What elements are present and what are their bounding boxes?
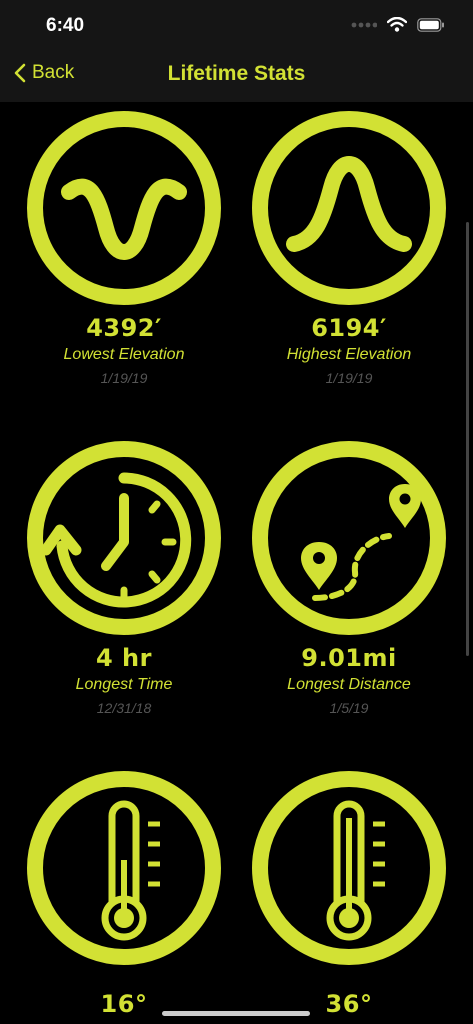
signal-icon (351, 22, 377, 27)
home-indicator[interactable] (162, 1011, 310, 1016)
route-pins-icon (252, 441, 446, 635)
stat-value: 4 hr (96, 644, 152, 672)
peak-wave-icon (252, 111, 446, 305)
stat-label: Lowest Elevation (63, 346, 185, 363)
stat-value: 4392′ (86, 314, 162, 342)
nav-bar: Back Lifetime Stats (0, 50, 473, 102)
thermometer-high-icon (252, 771, 446, 965)
stat-label: Longest Time (75, 676, 173, 693)
valley-wave-icon (27, 111, 221, 305)
stat-date: 1/5/19 (329, 700, 369, 716)
stat-value: 6194′ (311, 314, 387, 342)
stat-label: Highest Elevation (286, 346, 412, 363)
stat-value: 9.01mi (301, 644, 397, 672)
stat-label: Longest Distance (287, 676, 411, 693)
stat-date: 12/31/18 (96, 700, 152, 716)
scrollbar[interactable] (466, 222, 469, 656)
stat-lowest-temperature[interactable]: 16° (6, 768, 242, 1018)
stat-longest-time[interactable]: 4 hr Longest Time 12/31/18 (6, 438, 242, 716)
page-title: Lifetime Stats (167, 62, 306, 85)
stat-highest-temperature[interactable]: 36° (231, 768, 467, 1018)
stat-lowest-elevation[interactable]: 4392′ Lowest Elevation 1/19/19 (6, 108, 242, 386)
status-icons (351, 17, 445, 32)
status-time: 6:40 (46, 15, 85, 36)
wifi-icon (387, 17, 407, 32)
status-bar: 6:40 (0, 0, 473, 50)
clock-history-icon (27, 441, 221, 635)
stat-highest-elevation[interactable]: 6194′ Highest Elevation 1/19/19 (231, 108, 467, 386)
thermometer-low-icon (27, 771, 221, 965)
stat-date: 1/19/19 (325, 370, 373, 386)
stat-date: 1/19/19 (100, 370, 148, 386)
stat-longest-distance[interactable]: 9.01mi Longest Distance 1/5/19 (231, 438, 467, 716)
battery-icon (417, 17, 444, 32)
